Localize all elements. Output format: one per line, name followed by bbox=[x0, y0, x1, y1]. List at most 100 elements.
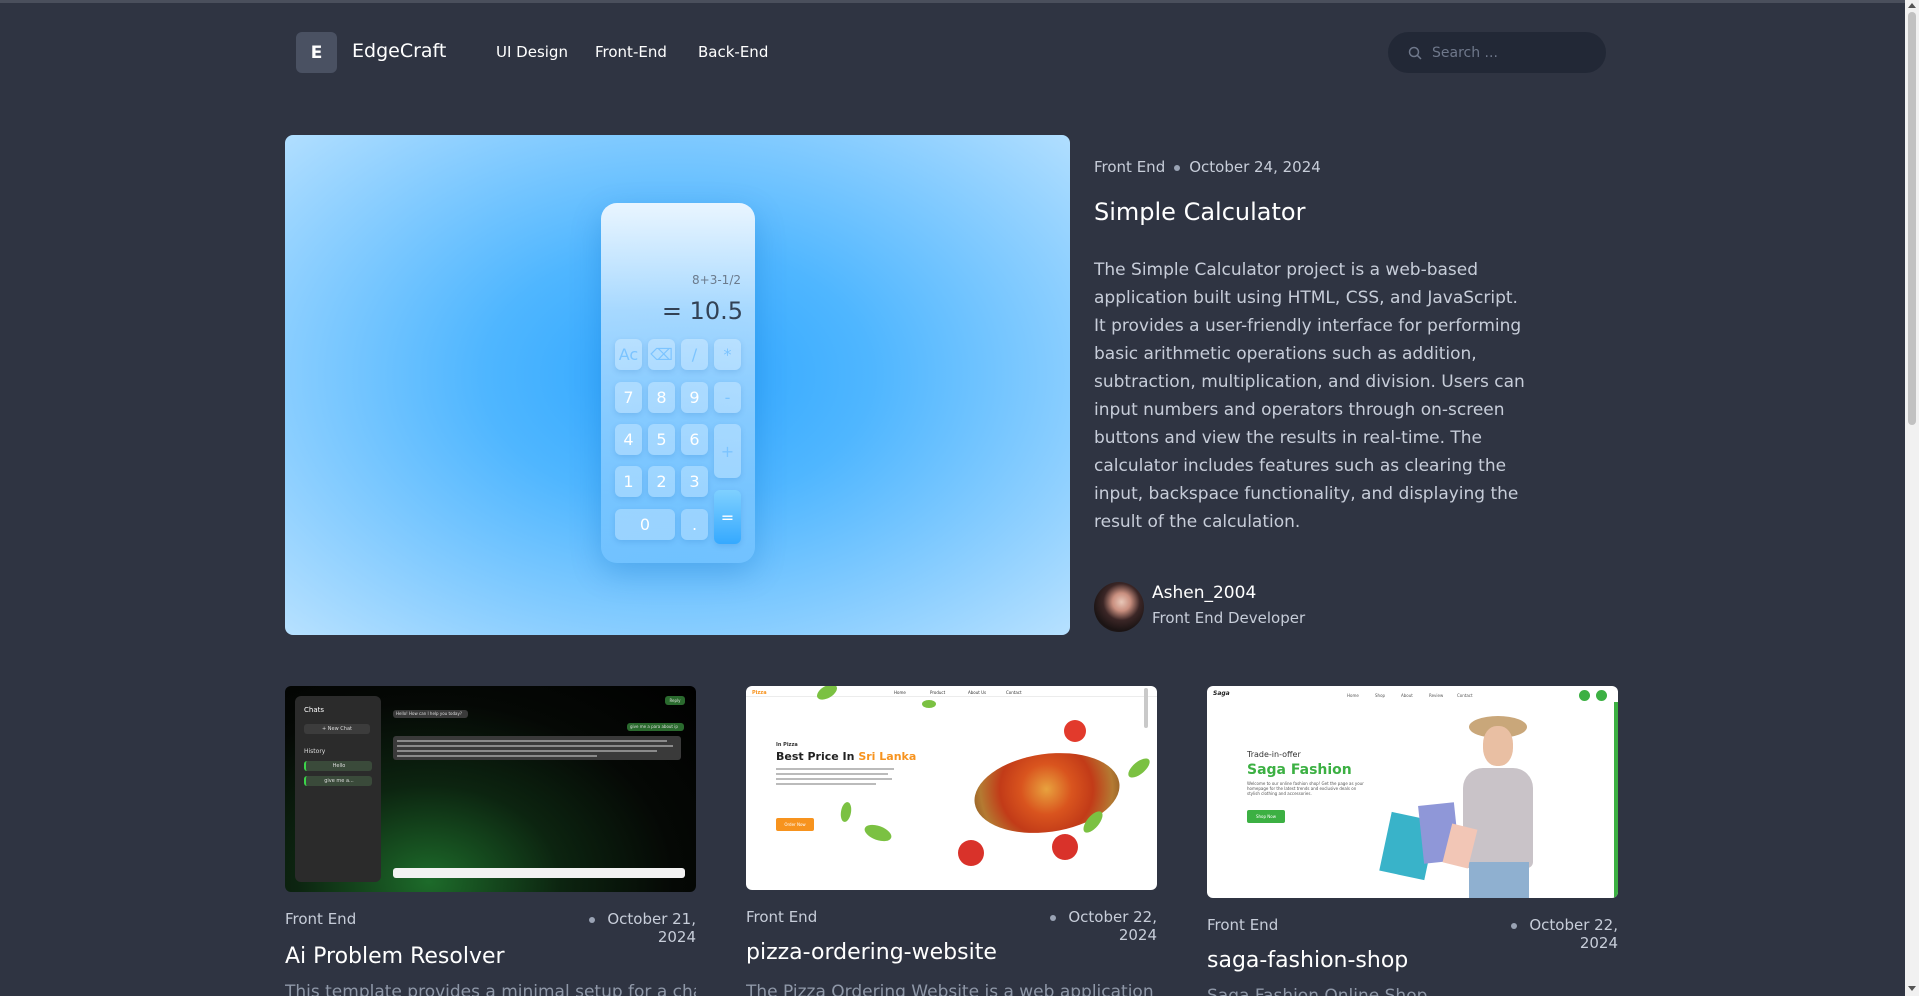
author-avatar[interactable] bbox=[1094, 582, 1144, 632]
pizza-nav-item: About Us bbox=[968, 690, 987, 695]
leaf-image bbox=[862, 821, 894, 845]
calc-key: 5 bbox=[648, 424, 675, 455]
user-icon bbox=[1596, 690, 1607, 701]
card-thumbnail-ai[interactable]: Chats + New Chat History Hello give me a… bbox=[285, 686, 696, 892]
history-item: give me a... bbox=[304, 776, 372, 786]
new-chat-button: + New Chat bbox=[304, 724, 370, 734]
calc-key: 4 bbox=[615, 424, 642, 455]
calculator-illustration: 8+3-1/2 = 10.5 Ac ⌫ / * 7 8 9 - 4 5 6 + … bbox=[601, 203, 755, 563]
card-thumbnail-pizza[interactable]: Pizza Home Product About Us Contact In P… bbox=[746, 686, 1157, 890]
calc-key: 7 bbox=[615, 382, 642, 413]
scroll-up-icon[interactable] bbox=[1908, 3, 1916, 8]
hero-title[interactable]: Simple Calculator bbox=[1094, 198, 1305, 226]
calc-key: 0 bbox=[615, 509, 675, 540]
saga-headline: Saga Fashion bbox=[1247, 762, 1352, 778]
brand-name[interactable]: EdgeCraft bbox=[352, 40, 446, 62]
saga-nav-item: Contact bbox=[1457, 693, 1473, 698]
saga-nav-item: Home bbox=[1347, 693, 1359, 698]
scroll-down-icon[interactable] bbox=[1908, 986, 1916, 991]
calculator-result: = 10.5 bbox=[661, 297, 743, 325]
hero-date: October 24, 2024 bbox=[1189, 158, 1321, 176]
calc-key: 3 bbox=[681, 466, 708, 497]
thumb-scrollbar bbox=[1144, 688, 1148, 728]
model-top bbox=[1463, 768, 1533, 868]
reply-button: Reply bbox=[665, 696, 685, 705]
saga-subtext: Welcome to our online fashion shop! Get … bbox=[1247, 781, 1364, 796]
saga-nav-item: Shop bbox=[1375, 693, 1386, 698]
nav-front-end[interactable]: Front-End bbox=[595, 43, 667, 61]
tomato-image bbox=[1064, 720, 1086, 742]
pizza-kicker: In Pizza bbox=[776, 742, 798, 748]
calc-key: . bbox=[681, 509, 708, 540]
tomato-image bbox=[1052, 834, 1078, 860]
chat-bubble: Hello! How can I help you today? bbox=[393, 710, 468, 718]
nav-ui-design[interactable]: UI Design bbox=[496, 43, 568, 61]
saga-kicker: Trade-in-offer bbox=[1247, 750, 1301, 759]
logo-badge[interactable]: E bbox=[296, 32, 337, 73]
page-scrollbar[interactable] bbox=[1905, 0, 1919, 996]
shop-now-button: Shop Now bbox=[1247, 810, 1285, 823]
card-date: October 21, 2024 bbox=[565, 910, 696, 946]
logo-letter: E bbox=[310, 42, 323, 63]
card-title[interactable]: pizza-ordering-website bbox=[746, 940, 997, 965]
nav-back-end[interactable]: Back-End bbox=[698, 43, 768, 61]
leaf-image bbox=[1125, 755, 1153, 781]
calc-key: - bbox=[714, 382, 741, 413]
calc-key: + bbox=[714, 424, 741, 478]
cart-icon bbox=[1579, 690, 1590, 701]
author-name[interactable]: Ashen_2004 bbox=[1152, 583, 1256, 603]
calculator-expression: 8+3-1/2 bbox=[692, 273, 741, 287]
pizza-nav-item: Contact bbox=[1006, 690, 1022, 695]
card-description: This template provides a minimal setup f… bbox=[285, 982, 696, 996]
card-description: The Pizza Ordering Website is a web appl… bbox=[746, 982, 1154, 996]
search-box[interactable] bbox=[1388, 32, 1606, 73]
card-title[interactable]: Ai Problem Resolver bbox=[285, 944, 505, 969]
order-now-button: Order Now bbox=[776, 818, 814, 831]
search-icon bbox=[1408, 46, 1422, 60]
calc-key: / bbox=[681, 339, 708, 370]
calc-key: 1 bbox=[615, 466, 642, 497]
separator-dot bbox=[1174, 164, 1181, 171]
hero-image[interactable]: 8+3-1/2 = 10.5 Ac ⌫ / * 7 8 9 - 4 5 6 + … bbox=[285, 135, 1070, 635]
history-label: History bbox=[304, 748, 326, 755]
calc-key: 2 bbox=[648, 466, 675, 497]
search-input[interactable] bbox=[1430, 43, 1594, 62]
pizza-nav-item: Home bbox=[894, 690, 906, 695]
calc-key: ⌫ bbox=[648, 339, 675, 370]
chats-label: Chats bbox=[304, 706, 325, 714]
leaf-image bbox=[922, 700, 936, 708]
calc-key: 8 bbox=[648, 382, 675, 413]
model-jeans bbox=[1469, 862, 1529, 898]
card-thumbnail-saga[interactable]: Saga Home Shop About Review Contact Trad… bbox=[1207, 686, 1618, 898]
calc-key: 9 bbox=[681, 382, 708, 413]
calc-key-equals: = bbox=[714, 490, 741, 544]
hero-category: Front End bbox=[1094, 158, 1166, 176]
leaf-image bbox=[839, 801, 853, 823]
calc-key: 6 bbox=[681, 424, 708, 455]
tomato-image bbox=[958, 840, 984, 866]
history-item: Hello bbox=[304, 761, 372, 771]
saga-logo: Saga bbox=[1213, 690, 1230, 697]
scrollbar-thumb[interactable] bbox=[1908, 12, 1916, 425]
model-face bbox=[1483, 726, 1513, 766]
card-description: Saga Fashion Online Shop bbox=[1207, 986, 1428, 996]
calc-key: * bbox=[714, 339, 741, 370]
top-border bbox=[0, 0, 1919, 3]
leaf-image bbox=[814, 686, 840, 703]
card-category: Front End bbox=[1207, 916, 1279, 934]
pizza-nav-item: Product bbox=[930, 690, 946, 695]
saga-nav-item: About bbox=[1401, 693, 1413, 698]
card-category: Front End bbox=[746, 908, 818, 926]
hero-meta: Front End October 24, 2024 bbox=[1094, 158, 1321, 176]
author-role: Front End Developer bbox=[1152, 609, 1306, 627]
chat-bubble-user: give me a para about ip bbox=[627, 723, 684, 731]
calc-key: Ac bbox=[615, 339, 642, 370]
saga-nav-item: Review bbox=[1429, 693, 1444, 698]
hero-description: The Simple Calculator project is a web-b… bbox=[1094, 260, 1525, 532]
card-date: October 22, 2024 bbox=[1487, 916, 1618, 952]
chat-sidebar: Chats + New Chat History Hello give me a… bbox=[295, 696, 381, 882]
card-title[interactable]: saga-fashion-shop bbox=[1207, 948, 1408, 973]
card-date: October 22, 2024 bbox=[1026, 908, 1157, 944]
card-category: Front End bbox=[285, 910, 357, 928]
pizza-image bbox=[969, 744, 1125, 842]
